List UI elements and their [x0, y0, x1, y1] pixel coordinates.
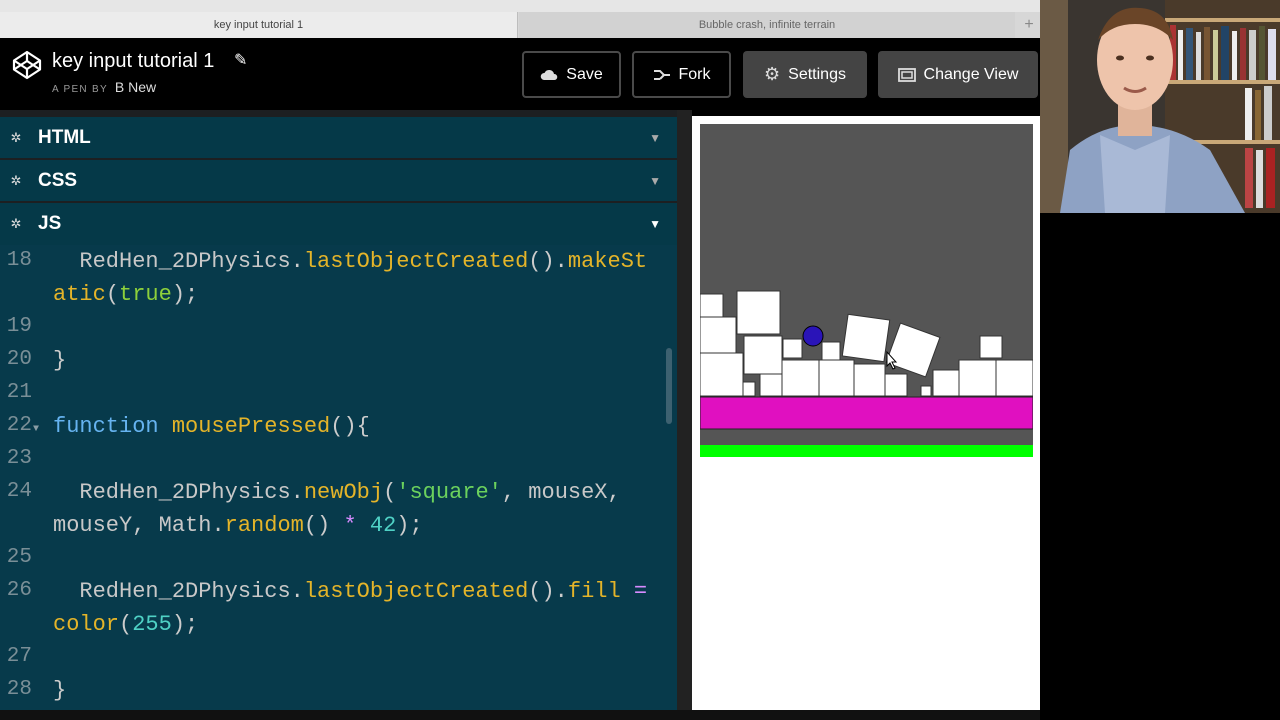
bottom-status-bar [0, 710, 1040, 720]
code-text: mouseY, Math.random() * 42); [53, 513, 423, 538]
code-text: } [53, 678, 67, 703]
code-text: color(255); [53, 612, 199, 637]
new-tab-button[interactable]: + [1018, 12, 1040, 38]
code-line: 22 ▼ function mousePressed(){ [0, 414, 677, 447]
line-number: 28 [6, 678, 32, 701]
code-line: 18 RedHen_2DPhysics.lastObjectCreated().… [0, 249, 677, 282]
code-line: 19 [0, 315, 677, 348]
green-strip [700, 445, 1033, 457]
js-panel-header[interactable]: ✲ JS ▼ [0, 203, 677, 245]
pen-by-label: A PEN BY [52, 84, 108, 95]
view-icon [897, 67, 916, 82]
fork-button[interactable]: Fork [632, 51, 731, 98]
physics-canvas[interactable] [700, 124, 1033, 457]
line-number: 23 [6, 447, 32, 470]
ground-platform [700, 396, 1033, 430]
html-panel-title: HTML [38, 126, 91, 148]
code-text: atic(true); [53, 282, 199, 307]
gear-icon[interactable]: ✲ [2, 216, 30, 232]
js-code-editor[interactable]: 18 RedHen_2DPhysics.lastObjectCreated().… [0, 245, 677, 710]
code-text: RedHen_2DPhysics.lastObjectCreated().mak… [79, 249, 648, 274]
pencil-icon[interactable]: ✎ [234, 50, 247, 70]
pen-byline: A PEN BY B New [52, 79, 156, 95]
line-number: 24 [6, 480, 32, 503]
code-text: } [53, 348, 67, 373]
code-line: color(255); [0, 612, 677, 645]
physics-ball [802, 325, 824, 347]
fork-button-label: Fork [678, 65, 711, 83]
fold-arrow-icon[interactable]: ▼ [33, 424, 39, 435]
save-button[interactable]: Save [522, 51, 621, 98]
code-line: 26 RedHen_2DPhysics.lastObjectCreated().… [0, 579, 677, 612]
line-number: 22 [6, 414, 32, 437]
browser-tab-active[interactable]: key input tutorial 1 [0, 12, 518, 38]
change-view-button-label: Change View [923, 65, 1019, 83]
pane-resize-divider[interactable] [677, 110, 692, 710]
line-number: 19 [6, 315, 32, 338]
code-line: 23 [0, 447, 677, 480]
save-button-label: Save [566, 65, 603, 83]
chevron-down-icon[interactable]: ▼ [649, 131, 661, 145]
fork-icon [653, 69, 670, 80]
codepen-logo-icon[interactable] [12, 50, 42, 80]
line-number: 25 [6, 546, 32, 569]
browser-toolbar-edge [0, 0, 1040, 12]
change-view-button[interactable]: Change View [878, 51, 1038, 98]
code-line: 25 [0, 546, 677, 579]
html-panel-header[interactable]: ✲ HTML ▼ [0, 117, 677, 158]
line-number: 21 [6, 381, 32, 404]
pen-title[interactable]: key input tutorial 1 [52, 50, 214, 73]
gear-icon: ⚙ [764, 64, 781, 84]
line-number: 20 [6, 348, 32, 371]
chevron-down-icon[interactable]: ▼ [649, 174, 661, 188]
settings-button[interactable]: ⚙ Settings [743, 51, 867, 98]
webcam-overlay [1040, 0, 1280, 213]
code-text: function mousePressed(){ [53, 414, 370, 439]
line-number: 26 [6, 579, 32, 602]
line-number: 27 [6, 645, 32, 668]
codepen-header: key input tutorial 1 ✎ A PEN BY B New Sa… [0, 38, 1040, 110]
gear-icon[interactable]: ✲ [2, 130, 30, 146]
code-text: RedHen_2DPhysics.newObj('square', mouseX… [79, 480, 621, 505]
code-line: 27 [0, 645, 677, 678]
css-panel-header[interactable]: ✲ CSS ▼ [0, 160, 677, 201]
code-line: mouseY, Math.random() * 42); [0, 513, 677, 546]
browser-tab-strip: key input tutorial 1 Bubble crash, infin… [0, 0, 1040, 38]
presenter-video [1040, 0, 1280, 213]
code-line: 24 RedHen_2DPhysics.newObj('square', mou… [0, 480, 677, 513]
code-line: atic(true); [0, 282, 677, 315]
editor-scrollbar[interactable] [666, 348, 672, 424]
js-panel-title: JS [38, 213, 62, 234]
cloud-icon [541, 69, 558, 80]
css-panel-title: CSS [38, 169, 78, 191]
browser-tab-inactive[interactable]: Bubble crash, infinite terrain [519, 12, 1015, 38]
line-number: 18 [6, 249, 32, 272]
pen-author[interactable]: B New [115, 79, 156, 95]
code-line: 20 } [0, 348, 677, 381]
code-text: RedHen_2DPhysics.lastObjectCreated().fil… [79, 579, 648, 604]
gear-icon[interactable]: ✲ [2, 173, 30, 189]
settings-button-label: Settings [788, 65, 846, 83]
preview-pane[interactable] [692, 116, 1040, 710]
code-line: 21 [0, 381, 677, 414]
chevron-down-icon[interactable]: ▼ [649, 217, 661, 231]
code-line: 28 } [0, 678, 677, 710]
